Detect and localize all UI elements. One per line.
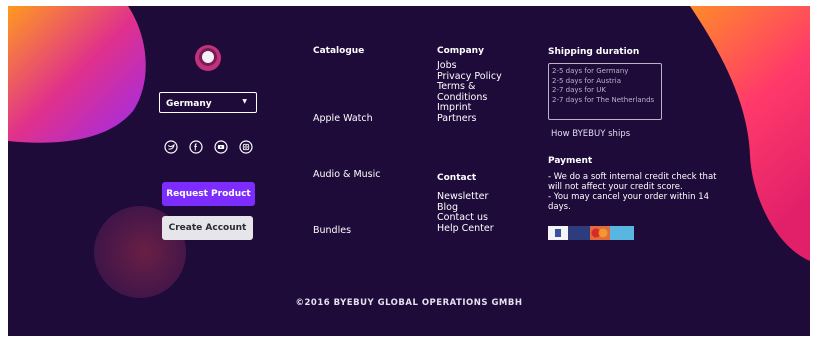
company-link-terms[interactable]: Terms & xyxy=(437,81,537,93)
shipping-duration-box: 2-5 days for Germany 2-5 days for Austri… xyxy=(548,63,662,120)
contact-heading: Contact xyxy=(437,173,477,183)
shipping-heading: Shipping duration xyxy=(548,47,640,57)
contact-link-contact-us[interactable]: Contact us xyxy=(437,212,537,224)
contact-link-newsletter[interactable]: Newsletter xyxy=(437,191,537,203)
shipping-section: Shipping duration 2-5 days for Germany 2… xyxy=(548,47,738,139)
company-heading: Company xyxy=(437,46,484,56)
catalogue-heading: Catalogue xyxy=(313,46,365,56)
payment-heading: Payment xyxy=(548,156,593,166)
payment-text: days. xyxy=(548,202,571,212)
company-link-imprint[interactable]: Imprint xyxy=(437,102,537,114)
create-account-button[interactable]: Create Account xyxy=(162,216,253,240)
contact-column: Contact Newsletter Blog Contact us Help … xyxy=(437,173,537,234)
catalogue-link-apple-watch[interactable]: Apple Watch xyxy=(313,113,373,124)
how-byebuy-ships-link[interactable]: How BYEBUY ships xyxy=(551,129,738,139)
company-link-partners[interactable]: Partners xyxy=(437,113,537,125)
chevron-down-icon: ▼ xyxy=(242,98,247,105)
decorative-blob-top-left xyxy=(8,6,146,143)
request-product-label: Request Product xyxy=(166,189,251,199)
footer: Germany ▼ Request Product Create Account xyxy=(8,6,810,336)
copyright: ©2016 BYEBUY GLOBAL OPERATIONS GMBH xyxy=(295,298,523,308)
shipping-line: 2-7 days for The Netherlands xyxy=(552,95,655,104)
social-links xyxy=(164,140,254,154)
request-product-button[interactable]: Request Product xyxy=(162,182,255,206)
facebook-icon[interactable] xyxy=(189,140,203,154)
twitter-icon[interactable] xyxy=(164,140,178,154)
contact-link-help-center[interactable]: Help Center xyxy=(437,223,537,235)
region-select[interactable]: Germany ▼ xyxy=(159,92,257,113)
company-link-jobs[interactable]: Jobs xyxy=(437,60,537,72)
shipping-line: 2-5 days for Austria xyxy=(552,76,621,85)
youtube-icon[interactable] xyxy=(214,140,228,154)
byebuy-logo[interactable] xyxy=(193,43,223,73)
company-column: Company Jobs Privacy Policy Terms & Cond… xyxy=(437,46,537,124)
region-select-value: Germany xyxy=(166,99,212,109)
shipping-line: 2-7 days for UK xyxy=(552,86,606,94)
catalogue-link-audio-music[interactable]: Audio & Music xyxy=(313,169,380,180)
payment-text: will not affect your credit score. xyxy=(548,182,683,192)
instagram-icon[interactable] xyxy=(239,140,253,154)
shipping-line: 2-5 days for Germany xyxy=(552,67,629,75)
payment-methods-logos xyxy=(548,226,634,240)
catalogue-link-bundles[interactable]: Bundles xyxy=(313,225,351,236)
payment-section: Payment - We do a soft internal credit c… xyxy=(548,156,748,241)
payment-text: - We do a soft internal credit check tha… xyxy=(548,172,717,182)
payment-text: - You may cancel your order within 14 xyxy=(548,192,710,202)
create-account-label: Create Account xyxy=(168,223,247,233)
catalogue-column: Catalogue Apple Watch Audio & Music Bund… xyxy=(313,46,423,246)
